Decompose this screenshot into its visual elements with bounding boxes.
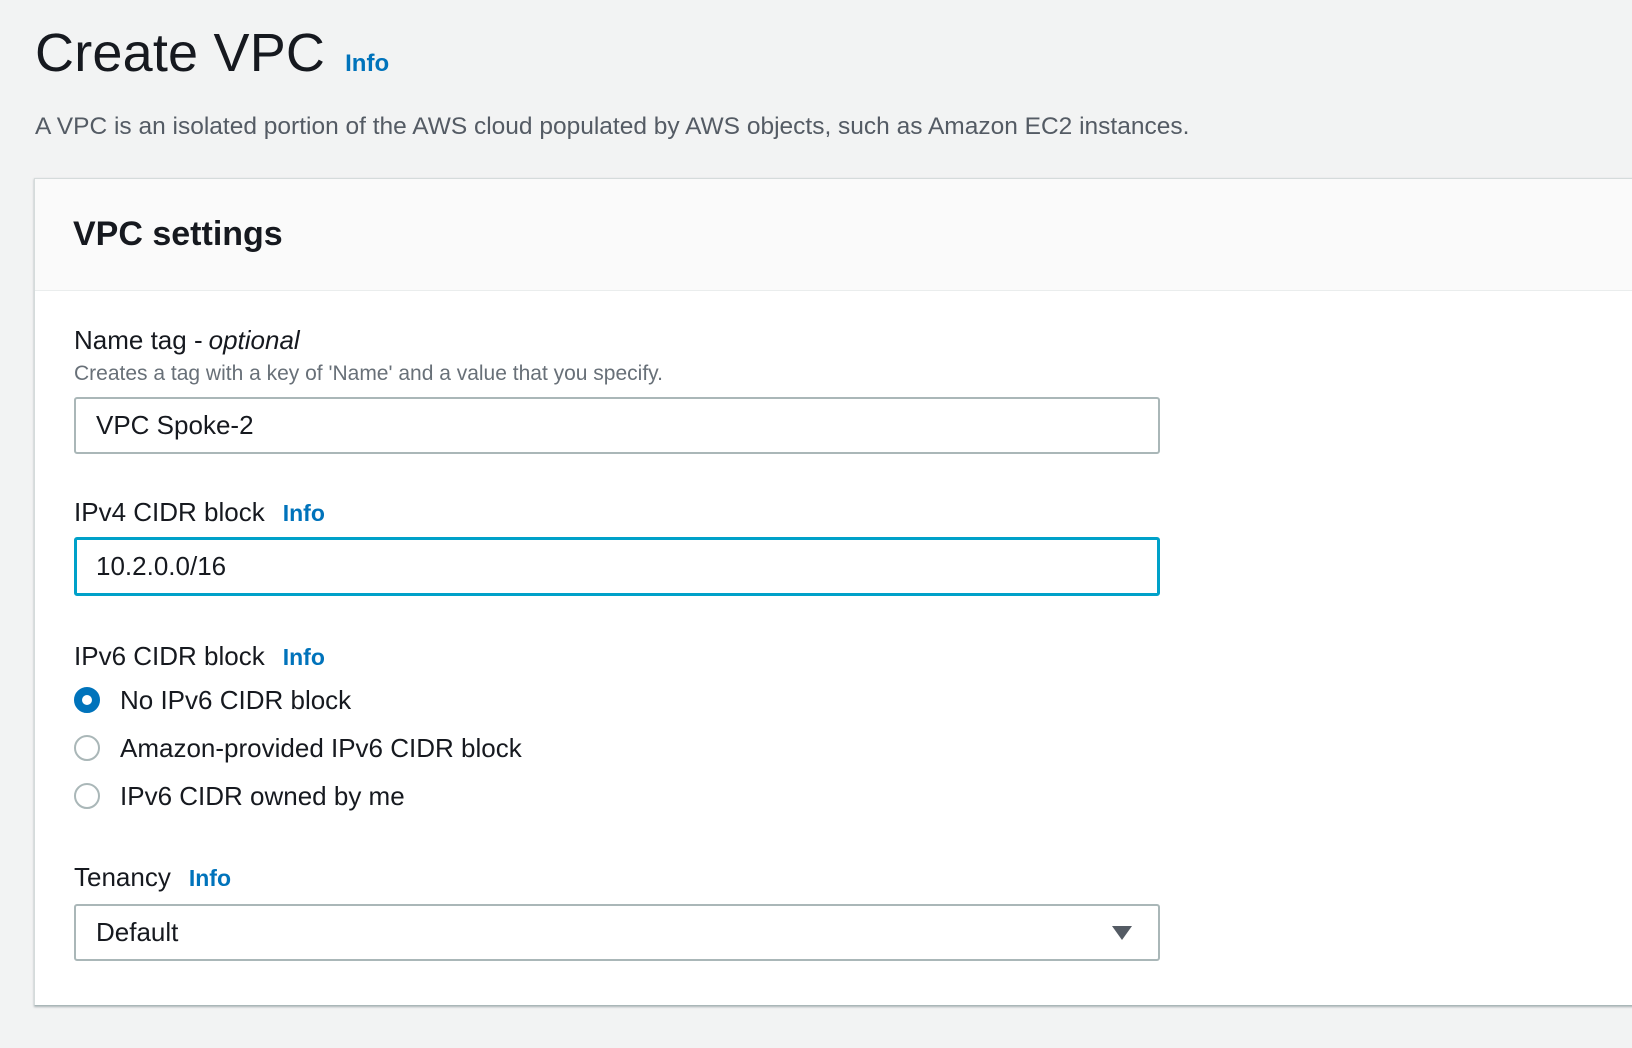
radio-button[interactable] — [74, 783, 100, 809]
tenancy-selected-value: Default — [96, 917, 179, 947]
panel-title: VPC settings — [73, 215, 283, 253]
radio-label-amazon-ipv6: Amazon-provided IPv6 CIDR block — [120, 732, 522, 763]
page-description: A VPC is an isolated portion of the AWS … — [35, 113, 1190, 140]
ipv4-info-link[interactable]: Info — [283, 500, 325, 527]
caret-down-icon — [1112, 925, 1132, 940]
ipv4-cidr-label-text: IPv4 CIDR block — [74, 497, 265, 527]
ipv6-cidr-label: IPv6 CIDR block Info — [74, 641, 522, 672]
ipv4-cidr-label: IPv4 CIDR block Info — [74, 497, 1160, 528]
tenancy-label: Tenancy Info — [74, 862, 1160, 893]
page-header: Create VPC Info — [35, 22, 389, 84]
name-tag-optional-text: optional — [208, 325, 300, 355]
name-tag-description: Creates a tag with a key of 'Name' and a… — [74, 362, 663, 385]
name-tag-label: Name tag - optional — [74, 325, 1160, 356]
ipv6-radio-group: No IPv6 CIDR block Amazon-provided IPv6 … — [74, 676, 522, 820]
tenancy-info-link[interactable]: Info — [189, 865, 231, 892]
name-tag-field: Name tag - optional Creates a tag with a… — [74, 325, 1160, 454]
radio-label-no-ipv6: No IPv6 CIDR block — [120, 684, 352, 715]
name-tag-label-text: Name tag - — [74, 325, 203, 355]
radio-label-owned-ipv6: IPv6 CIDR owned by me — [120, 780, 405, 811]
ipv6-info-link[interactable]: Info — [283, 644, 325, 671]
radio-option-amazon-ipv6[interactable]: Amazon-provided IPv6 CIDR block — [74, 724, 522, 772]
vpc-settings-panel: VPC settings Name tag - optional Creates… — [34, 178, 1632, 1006]
tenancy-select[interactable]: Default — [74, 904, 1160, 961]
ipv4-cidr-field: IPv4 CIDR block Info — [74, 497, 1160, 596]
ipv6-cidr-label-text: IPv6 CIDR block — [74, 641, 265, 671]
tenancy-field: Tenancy Info Default — [74, 862, 1160, 961]
page-info-link[interactable]: Info — [345, 50, 389, 78]
radio-button-checked[interactable] — [74, 687, 100, 713]
radio-option-owned-ipv6[interactable]: IPv6 CIDR owned by me — [74, 772, 522, 820]
ipv4-cidr-input[interactable] — [74, 537, 1160, 596]
panel-header: VPC settings — [35, 179, 1632, 291]
radio-button[interactable] — [74, 735, 100, 761]
tenancy-label-text: Tenancy — [74, 862, 171, 892]
page-title: Create VPC — [35, 23, 326, 83]
name-tag-input[interactable] — [74, 397, 1160, 454]
ipv6-cidr-field: IPv6 CIDR block Info No IPv6 CIDR block … — [74, 641, 522, 820]
radio-option-no-ipv6[interactable]: No IPv6 CIDR block — [74, 676, 522, 724]
